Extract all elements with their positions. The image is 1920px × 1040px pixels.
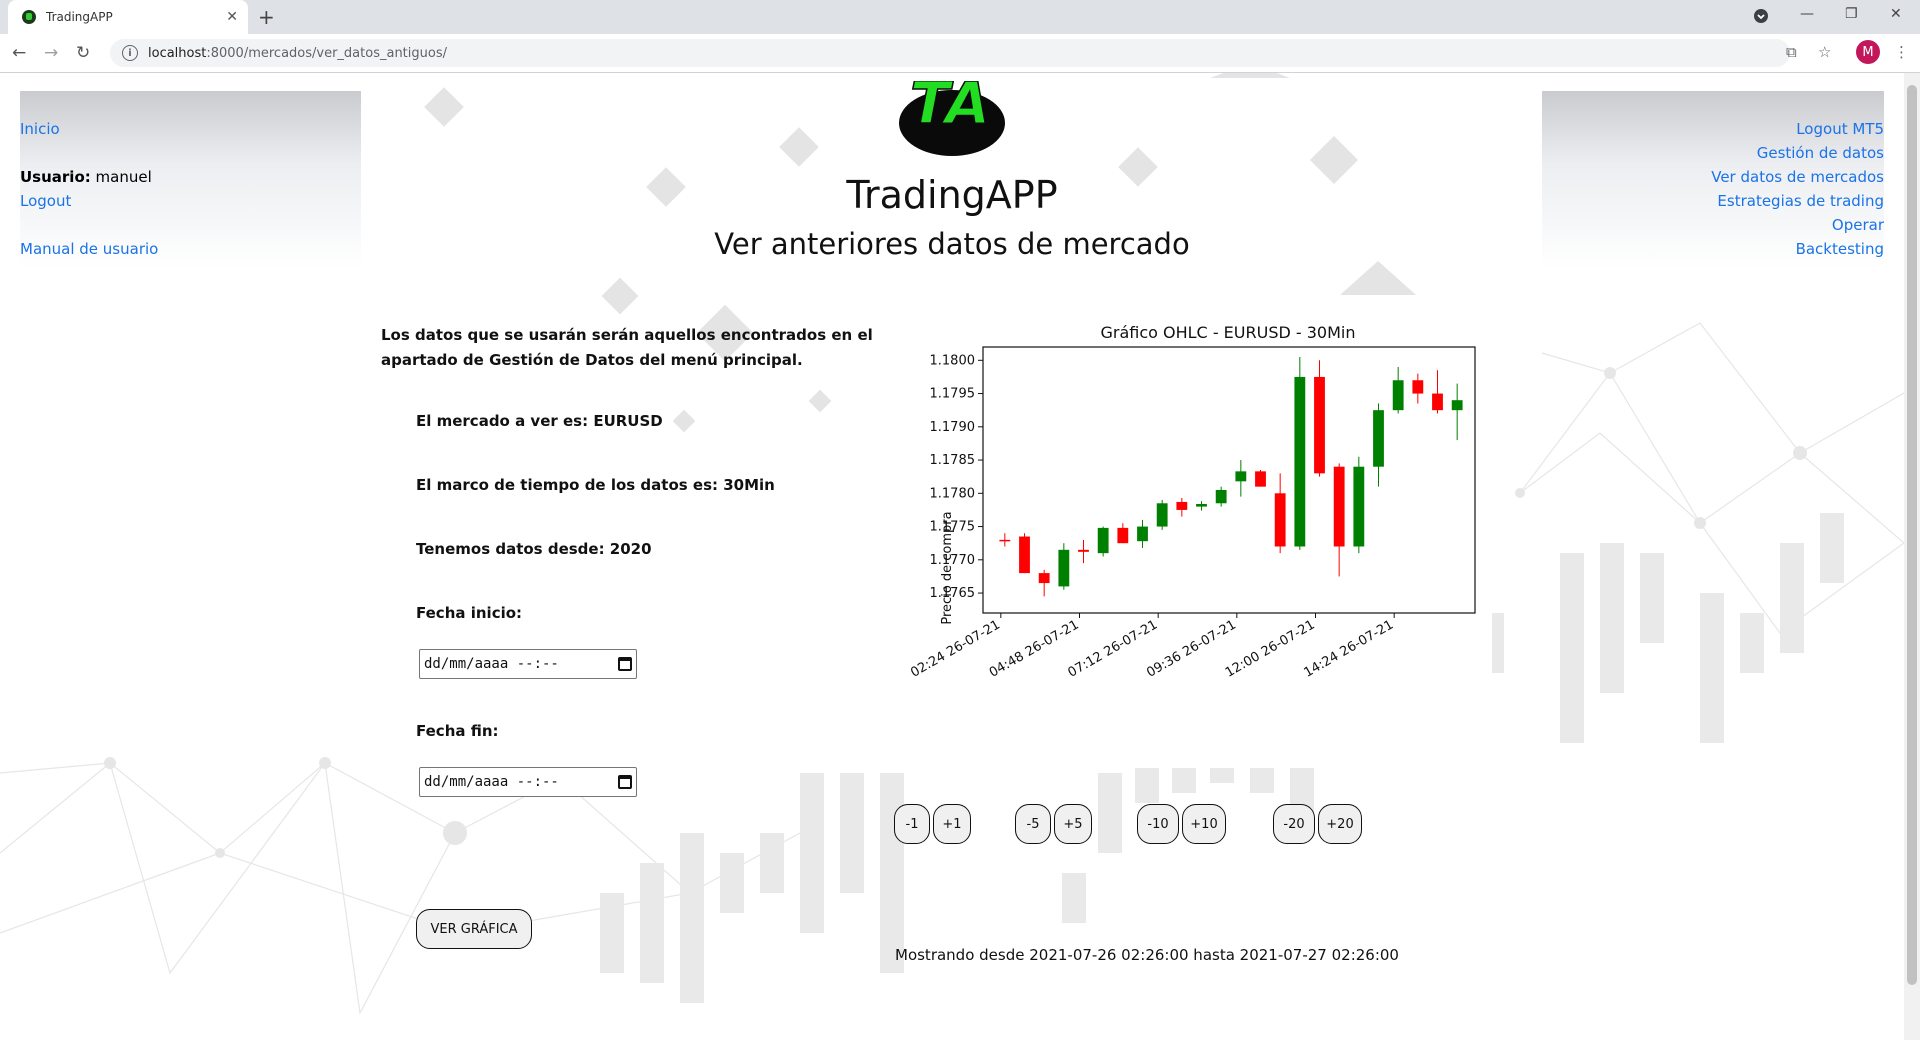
step-plus-10-button[interactable]: +10 [1182, 804, 1226, 844]
y-tick-label: 1.1790 [930, 420, 976, 435]
candle-down [999, 539, 1011, 542]
candle-down [1274, 493, 1286, 547]
start-date-input[interactable]: dd/mm/aaaa --:-- [419, 649, 637, 679]
candle-up [1392, 380, 1404, 411]
candle-up [1196, 503, 1207, 507]
y-tick-label: 1.1800 [930, 353, 976, 368]
candle-up [1156, 503, 1168, 527]
candle-up [1215, 489, 1227, 504]
candle-up [1451, 400, 1463, 411]
app-title: TradingAPP [846, 173, 1058, 217]
candle-down [1176, 501, 1188, 510]
y-tick-label: 1.1775 [930, 520, 976, 535]
nav-inicio-link[interactable]: Inicio [20, 120, 60, 138]
market-text: El mercado a ver es: EURUSD [416, 412, 663, 430]
date-range-status: Mostrando desde 2021-07-26 02:26:00 hast… [895, 946, 1399, 964]
back-icon[interactable]: ← [12, 43, 26, 63]
start-date-label: Fecha inicio: [416, 604, 523, 622]
candle-down [1019, 536, 1030, 574]
description-text: Los datos que se usarán serán aquellos e… [381, 326, 873, 369]
candle-up [1353, 466, 1365, 547]
page-title: Ver anteriores datos de mercado [714, 227, 1190, 261]
calendar-icon[interactable] [618, 775, 632, 789]
tab-search-icon[interactable] [1753, 8, 1769, 28]
candle-down [1432, 393, 1443, 411]
candle-down [1333, 466, 1345, 547]
y-tick-label: 1.1795 [930, 387, 976, 402]
profile-avatar[interactable]: M [1856, 40, 1880, 64]
site-info-icon[interactable]: i [122, 45, 138, 61]
step-minus-20-button[interactable]: -20 [1273, 804, 1315, 844]
menu-kebab-icon[interactable]: ⋮ [1894, 43, 1909, 61]
close-window-icon[interactable]: ✕ [1890, 6, 1902, 22]
calendar-icon[interactable] [618, 657, 632, 671]
candle-up [1373, 410, 1384, 467]
browser-tab-bar: TradingAPP ✕ + — ❐ ✕ [0, 0, 1920, 34]
page-scrollbar[interactable] [1904, 73, 1920, 1040]
url-input[interactable]: i localhost:8000/mercados/ver_datos_anti… [110, 39, 1790, 67]
minimize-icon[interactable]: — [1800, 6, 1814, 22]
candle-down [1038, 573, 1050, 584]
url-text: localhost:8000/mercados/ver_datos_antigu… [148, 45, 447, 61]
x-tick-label: 14:24 26-07-21 [1302, 617, 1397, 680]
close-tab-icon[interactable]: ✕ [226, 9, 238, 25]
y-tick-label: 1.1765 [930, 586, 976, 601]
y-tick-label: 1.1770 [930, 553, 976, 568]
start-date-placeholder: dd/mm/aaaa --:-- [424, 656, 559, 672]
step-plus-20-button[interactable]: +20 [1318, 804, 1362, 844]
reload-icon[interactable]: ↻ [76, 43, 90, 63]
candle-up [1097, 527, 1109, 554]
forward-icon[interactable]: → [44, 43, 58, 63]
ohlc-chart: Gráfico OHLC - EURUSD - 30Min Precio de … [908, 323, 1476, 681]
end-date-placeholder: dd/mm/aaaa --:-- [424, 774, 559, 790]
candle-up [1235, 471, 1247, 482]
candle-up [1058, 549, 1070, 587]
bookmark-star-icon[interactable]: ☆ [1818, 43, 1831, 61]
timeframe-text: El marco de tiempo de los datos es: 30Mi… [416, 476, 775, 494]
browser-tab[interactable]: TradingAPP ✕ [8, 0, 248, 34]
view-chart-button[interactable]: VER GRÁFICA [416, 909, 532, 949]
restore-icon[interactable]: ❐ [1845, 6, 1858, 22]
step-plus-5-button[interactable]: +5 [1054, 804, 1092, 844]
app-logo: TA [899, 81, 1005, 156]
candle-down [1314, 376, 1325, 474]
nav-gestion-datos[interactable]: Gestión de datos [1757, 144, 1884, 162]
candle-down [1412, 380, 1424, 394]
chart-container: Gráfico OHLC - EURUSD - 30Min Precio de … [892, 308, 1492, 768]
new-tab-icon[interactable]: + [258, 5, 275, 29]
nav-logout-mt5[interactable]: Logout MT5 [1796, 120, 1884, 138]
scrollbar-thumb[interactable] [1907, 85, 1917, 985]
step-minus-5-button[interactable]: -5 [1015, 804, 1051, 844]
candle-down [1117, 527, 1129, 544]
candle-up [1294, 376, 1306, 547]
candle-down [1078, 549, 1089, 552]
logo-text: TA [910, 81, 990, 137]
page-content: Inicio Usuario: manuel Logout Manual de … [0, 73, 1904, 1040]
address-bar: ← → ↻ i localhost:8000/mercados/ver_dato… [0, 34, 1920, 73]
step-plus-1-button[interactable]: +1 [933, 804, 971, 844]
translate-icon[interactable]: ⧉ [1786, 43, 1797, 61]
end-date-input[interactable]: dd/mm/aaaa --:-- [419, 767, 637, 797]
step-minus-10-button[interactable]: -10 [1137, 804, 1179, 844]
y-tick-label: 1.1780 [930, 486, 976, 501]
y-tick-label: 1.1785 [930, 453, 976, 468]
tab-title: TradingAPP [46, 10, 113, 24]
chart-title: Gráfico OHLC - EURUSD - 30Min [1100, 323, 1355, 342]
step-minus-1-button[interactable]: -1 [894, 804, 930, 844]
candle-up [1137, 526, 1148, 542]
favicon-icon [22, 10, 36, 24]
candle-down [1255, 471, 1266, 487]
data-since-text: Tenemos datos desde: 2020 [416, 540, 652, 558]
end-date-label: Fecha fin: [416, 722, 499, 740]
